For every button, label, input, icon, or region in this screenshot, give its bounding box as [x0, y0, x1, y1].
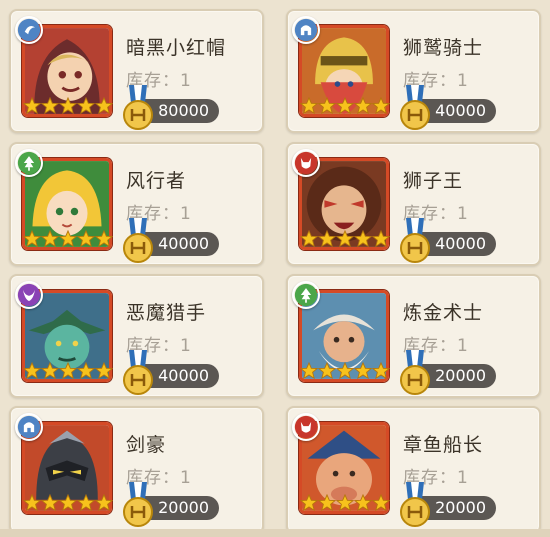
star-icon — [59, 494, 77, 512]
medal-coin-icon — [398, 482, 432, 528]
star-icon — [77, 494, 95, 512]
helmet-faction-icon — [15, 413, 43, 441]
medal-coin-icon — [121, 218, 155, 264]
hero-name: 暗黑小红帽 — [126, 37, 227, 59]
price-value: 80000 — [158, 101, 209, 120]
star-icon — [41, 362, 59, 380]
hero-card-2[interactable]: 风行者 库存：1 40000 — [9, 142, 264, 266]
hero-card-0[interactable]: 暗黑小红帽 库存：1 80000 — [9, 9, 264, 133]
star-icon — [77, 362, 95, 380]
medal-coin-icon — [398, 350, 432, 396]
star-icon — [318, 362, 336, 380]
demon-faction-icon — [292, 413, 320, 441]
horns-faction-icon — [15, 281, 43, 309]
star-icon — [23, 362, 41, 380]
star-icon — [300, 362, 318, 380]
tree-faction-icon — [292, 281, 320, 309]
star-icon — [77, 230, 95, 248]
star-icon — [354, 97, 372, 115]
price-value: 40000 — [435, 234, 486, 253]
price-value: 40000 — [158, 366, 209, 385]
star-icon — [318, 97, 336, 115]
hero-name: 狮鹫骑士 — [403, 37, 484, 59]
hero-card-6[interactable]: 剑豪 库存：1 20000 — [9, 406, 264, 534]
hero-name: 炼金术士 — [403, 302, 484, 324]
star-icon — [300, 494, 318, 512]
star-icon — [300, 230, 318, 248]
star-icon — [23, 230, 41, 248]
medal-coin-icon — [398, 85, 432, 131]
star-icon — [41, 230, 59, 248]
hero-card-1[interactable]: 狮鹫骑士 库存：1 40000 — [286, 9, 541, 133]
star-rating — [23, 230, 113, 250]
price-value: 20000 — [435, 366, 486, 385]
star-icon — [354, 362, 372, 380]
star-rating — [300, 230, 390, 250]
star-icon — [300, 97, 318, 115]
star-icon — [318, 494, 336, 512]
star-rating — [300, 362, 390, 382]
star-icon — [59, 97, 77, 115]
star-rating — [300, 97, 390, 117]
hero-shop-grid: 暗黑小红帽 库存：1 80000 狮鹫骑士 库存：1 40000 风行者 库存：… — [0, 0, 550, 537]
bottom-edge — [0, 529, 550, 537]
star-rating — [23, 97, 113, 117]
star-icon — [354, 494, 372, 512]
hero-name: 恶魔猎手 — [126, 302, 207, 324]
price-value: 20000 — [435, 498, 486, 517]
price-value: 40000 — [158, 234, 209, 253]
star-icon — [95, 230, 113, 248]
star-icon — [336, 97, 354, 115]
hero-name: 狮子王 — [403, 170, 464, 192]
tree-faction-icon — [15, 149, 43, 177]
hero-card-4[interactable]: 恶魔猎手 库存：1 40000 — [9, 274, 264, 398]
medal-coin-icon — [121, 482, 155, 528]
star-icon — [354, 230, 372, 248]
hero-name: 剑豪 — [126, 434, 167, 456]
star-icon — [336, 494, 354, 512]
price-value: 20000 — [158, 498, 209, 517]
star-rating — [23, 494, 113, 514]
star-icon — [41, 494, 59, 512]
medal-coin-icon — [121, 350, 155, 396]
price-value: 40000 — [435, 101, 486, 120]
moon-faction-icon — [15, 16, 43, 44]
star-icon — [318, 230, 336, 248]
star-icon — [336, 230, 354, 248]
star-icon — [59, 362, 77, 380]
star-rating — [300, 494, 390, 514]
hero-name: 风行者 — [126, 170, 187, 192]
star-icon — [77, 97, 95, 115]
star-icon — [372, 362, 390, 380]
star-icon — [372, 97, 390, 115]
helmet-faction-icon — [292, 16, 320, 44]
star-icon — [23, 97, 41, 115]
star-icon — [23, 494, 41, 512]
star-icon — [95, 362, 113, 380]
hero-card-7[interactable]: 章鱼船长 库存：1 20000 — [286, 406, 541, 534]
star-icon — [372, 230, 390, 248]
hero-card-5[interactable]: 炼金术士 库存：1 20000 — [286, 274, 541, 398]
medal-coin-icon — [398, 218, 432, 264]
hero-card-3[interactable]: 狮子王 库存：1 40000 — [286, 142, 541, 266]
star-icon — [95, 494, 113, 512]
star-icon — [59, 230, 77, 248]
star-icon — [41, 97, 59, 115]
star-icon — [95, 97, 113, 115]
demon-faction-icon — [292, 149, 320, 177]
star-icon — [372, 494, 390, 512]
medal-coin-icon — [121, 85, 155, 131]
star-rating — [23, 362, 113, 382]
star-icon — [336, 362, 354, 380]
hero-name: 章鱼船长 — [403, 434, 484, 456]
